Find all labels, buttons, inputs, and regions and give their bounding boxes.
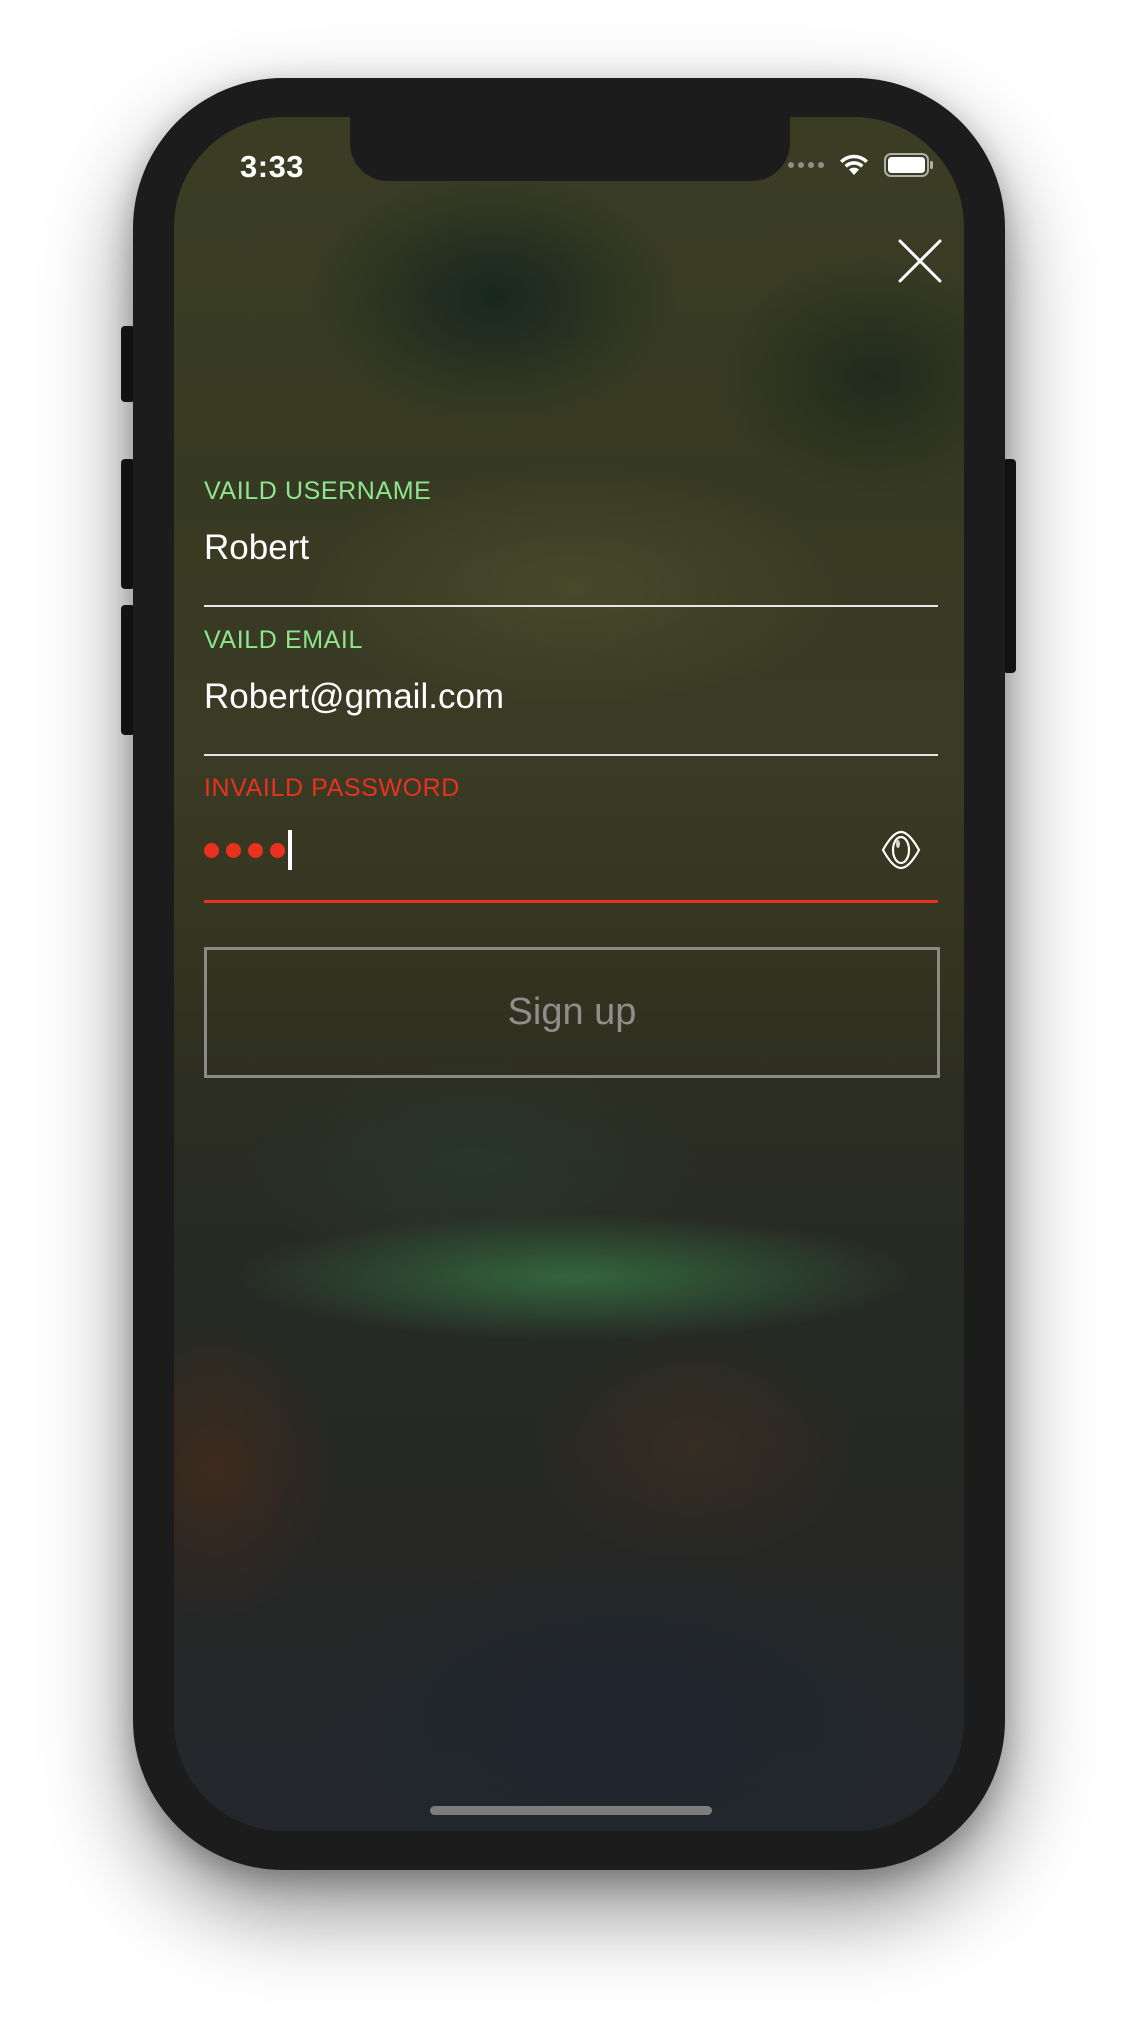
status-icons — [788, 153, 934, 177]
username-underline — [204, 605, 938, 607]
show-password-toggle[interactable] — [881, 829, 921, 871]
username-field[interactable]: VAILD USERNAME Robert — [204, 477, 938, 627]
password-underline — [204, 900, 938, 903]
password-mask-dot — [270, 842, 285, 858]
device-mockup: 3:33 VAILD USERNAME Robert VAILD EMAIL R… — [0, 0, 1138, 2020]
password-mask-dot — [226, 842, 241, 858]
battery-icon — [884, 153, 933, 177]
password-mask-dot — [248, 842, 263, 858]
username-label: VAILD USERNAME — [204, 477, 432, 505]
password-label: INVAILD PASSWORD — [204, 774, 460, 802]
sign-up-button[interactable]: Sign up — [204, 947, 940, 1078]
password-field[interactable]: INVAILD PASSWORD — [204, 774, 938, 924]
close-icon — [898, 239, 942, 283]
email-underline — [204, 754, 938, 756]
email-field[interactable]: VAILD EMAIL Robert@gmail.com — [204, 626, 938, 776]
home-indicator[interactable] — [430, 1806, 712, 1815]
email-label: VAILD EMAIL — [204, 626, 363, 654]
notch — [350, 117, 790, 181]
password-mask-dot — [204, 842, 219, 858]
password-input[interactable] — [204, 829, 292, 871]
app-screen: 3:33 VAILD USERNAME Robert VAILD EMAIL R… — [174, 117, 964, 1831]
eye-icon — [881, 830, 921, 870]
email-input[interactable]: Robert@gmail.com — [204, 677, 504, 717]
text-cursor — [288, 830, 292, 870]
wifi-icon — [840, 154, 868, 175]
status-time: 3:33 — [240, 149, 305, 184]
close-button[interactable] — [896, 237, 944, 285]
signal-dots-icon — [788, 162, 824, 168]
username-input[interactable]: Robert — [204, 528, 309, 568]
